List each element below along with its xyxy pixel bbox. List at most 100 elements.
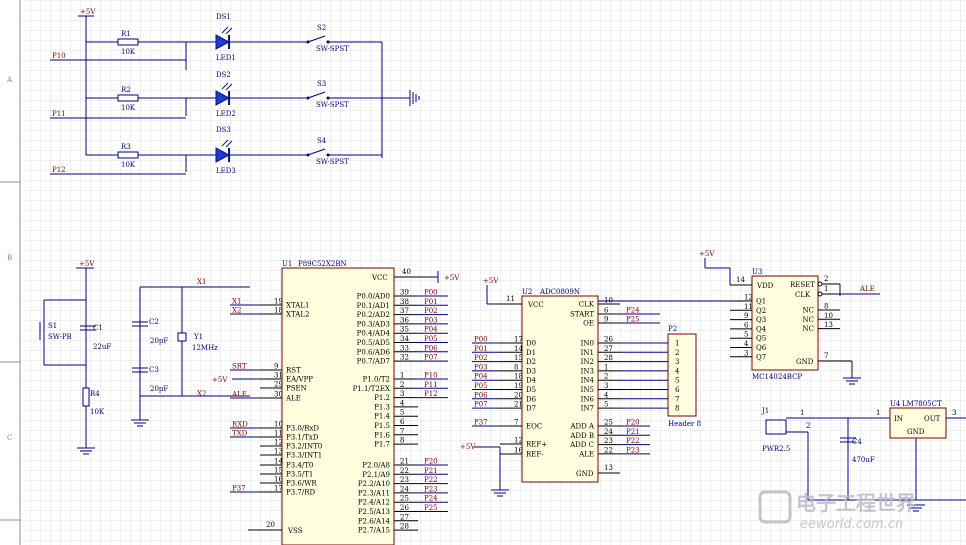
u3-clk-name: CLK (795, 291, 811, 299)
u1-pin-13-name: P3.3/INT1 (286, 452, 322, 460)
u1-vcc-pin: 40 (402, 268, 411, 276)
u1-pin-14-num: 14 (274, 458, 283, 466)
u2-pin-19-name: D5 (526, 386, 536, 394)
u2-pin-6-num: 6 (604, 307, 609, 315)
u1-net-P02: P02 (424, 307, 438, 315)
u4-in-name: IN (894, 415, 903, 423)
u1-pin-38-num: 38 (400, 298, 409, 306)
u1-pin-10-name: P3.0/RxD (286, 425, 319, 433)
u1-pin-4-name: P1.3 (374, 403, 390, 411)
u3-ref: U3 (752, 268, 762, 276)
u2-ref: U2 (522, 288, 532, 296)
u1-pin-23-name: P2.2/A10 (358, 480, 390, 488)
u1-pin-21-num: 21 (400, 458, 409, 466)
u2-pin-16-num: 16 (514, 447, 523, 455)
power-label-5v-vcc: +5V (444, 274, 460, 282)
u2-pin-14-name: D1 (526, 349, 536, 357)
y1-ref: Y1 (193, 333, 203, 341)
u3-reset-pin: 2 (824, 275, 828, 283)
u1-pin-17-num: 17 (274, 485, 283, 493)
u1-part: P89C52X2BN (298, 260, 347, 268)
u1-pin-24-name: P2.3/A11 (358, 489, 390, 497)
s2-ref: S2 (317, 24, 326, 32)
u2-net-P01: P01 (474, 345, 488, 353)
u2-pin-17-num: 17 (514, 336, 523, 344)
u2-part: ADC0809N (539, 288, 580, 296)
c3-value: 20pF (150, 385, 168, 393)
net-label-ale-u3: ALE (859, 285, 875, 293)
u2-pin-23-num: 23 (604, 437, 613, 445)
zone-label-b: B (7, 254, 12, 262)
u1-pin-3-num: 3 (400, 390, 404, 398)
u2-pin-27-num: 27 (604, 345, 613, 353)
u1-pin-16-num: 16 (274, 476, 283, 484)
u4-part: LM7805CT (902, 400, 942, 408)
power-label-5v-top: +5V (80, 8, 96, 16)
u3-pin-3-num: 3 (744, 349, 748, 357)
p2-part: Header 8 (668, 420, 701, 428)
r3-value: 10K (121, 161, 136, 169)
s1-type: SW-PB (48, 333, 72, 341)
u2-pin-12-name: REF+ (526, 441, 547, 449)
u1-net-P04: P04 (424, 326, 438, 334)
u3-pin-9-name: Q3 (756, 316, 766, 324)
u2-pin-14-num: 14 (514, 345, 523, 353)
u2-pin-9-name: OE (583, 320, 594, 328)
u1-pin-34-name: P0.5/AD5 (357, 339, 390, 347)
net-label-p12: P12 (52, 166, 66, 174)
u3-vdd-name: VDD (756, 282, 774, 290)
u2-pin-25-name: ADD A (569, 423, 595, 431)
u2-net-P23: P23 (626, 446, 640, 454)
power-label-5v-u2: +5V (483, 277, 499, 285)
u2-pin-24-num: 24 (604, 428, 613, 436)
s3-type: SW-SPST (316, 101, 349, 109)
led1-part: LED1 (216, 54, 236, 62)
u1-pin-39-num: 39 (400, 289, 409, 297)
u2-pin-26-num: 26 (604, 336, 613, 344)
u1-pin-21-name: P2.0/A8 (362, 462, 390, 470)
u1-net-P12: P12 (424, 390, 438, 398)
drawing-grid (20, 0, 966, 545)
u2-pin-5-name: IN7 (581, 405, 594, 413)
u2-net-P06: P06 (474, 391, 488, 399)
u1-pin-9-name: RST (286, 367, 301, 375)
c4-value: 470uF (852, 456, 875, 464)
u1-pin-36-num: 36 (400, 316, 409, 324)
u2-pin-8-name: D3 (526, 367, 536, 375)
u2-net-P24: P24 (626, 307, 640, 315)
p2-pin-2: 2 (675, 349, 679, 357)
u2-pin-20-num: 20 (514, 391, 523, 399)
p2-pin-8: 8 (675, 405, 679, 413)
u1-pin-8-num: 8 (400, 437, 404, 445)
power-label-5v-u3: +5V (699, 250, 715, 258)
u2-net-P20: P20 (626, 419, 640, 427)
r2-value: 10K (121, 104, 136, 112)
u1-net-P03: P03 (424, 316, 438, 324)
u1-vss-name: VSS (287, 527, 303, 535)
u1-pin-26-num: 26 (400, 504, 409, 512)
u2-pin-6-name: START (570, 311, 594, 319)
u1-pin-16-name: P3.6/WR (286, 480, 317, 488)
u3-pin-9-num: 9 (744, 312, 748, 320)
u1-pin-35-num: 35 (400, 326, 409, 334)
p2-header: P2 Header 8 1234 567 8 (667, 325, 701, 428)
p2-pin-6: 6 (675, 386, 680, 394)
u1-pin-27-num: 27 (400, 513, 409, 521)
u1-pin-34-num: 34 (400, 335, 409, 343)
u1-pin-15-name: P3.5/T1 (286, 471, 313, 479)
u1-net-P23: P23 (424, 485, 438, 493)
ds1-ref: DS1 (216, 13, 231, 21)
u1-net-X1: X1 (232, 298, 241, 306)
u1-pin-24-num: 24 (400, 485, 409, 493)
u2-pin-8-num: 8 (514, 363, 518, 371)
u1-pin-11-name: P3.1/TxD (286, 434, 319, 442)
r1-ref: R1 (121, 30, 131, 38)
u1-pin-9-num: 9 (274, 363, 278, 371)
u1-pin-6-name: P1.5 (374, 422, 390, 430)
u3-pin-12-num: 12 (744, 294, 753, 302)
u1-net-P07: P07 (424, 354, 438, 362)
u1-pin-7-num: 7 (400, 427, 404, 435)
resistor-r1 (117, 38, 139, 46)
u3-pin-8-name: NC (803, 307, 814, 315)
led2-part: LED2 (216, 110, 236, 118)
